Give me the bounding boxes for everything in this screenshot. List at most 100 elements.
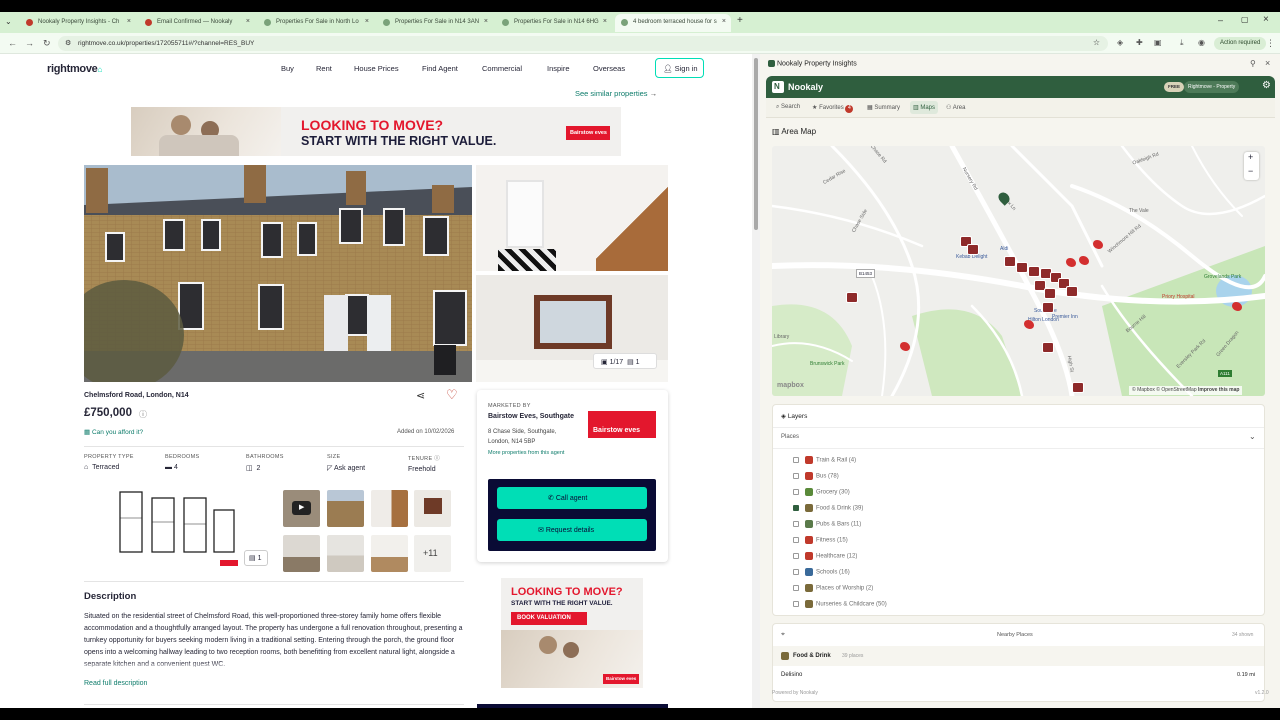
media-thumbnail-7[interactable] [371,535,408,572]
more-media-button[interactable]: +11 [414,535,451,572]
page-scrollbar-thumb[interactable] [754,58,758,230]
fitness-marker-icon[interactable] [900,342,910,351]
tab-close-icon[interactable]: × [722,18,726,25]
food-drink-marker-icon[interactable] [1028,266,1040,277]
info-icon[interactable]: ⓘ [139,409,147,420]
nearby-place-name[interactable]: Delisino [781,672,802,678]
afford-link[interactable]: ▦ Can you afford it? [84,428,143,436]
minimize-icon[interactable]: – [1218,15,1223,25]
food-drink-marker-icon[interactable] [1072,382,1084,393]
place-layer-checkbox[interactable] [793,601,799,607]
book-valuation-button[interactable]: BOOK VALUATION [511,612,587,625]
browser-tab-4[interactable]: Properties For Sale in N14 3AN × [377,14,493,32]
read-full-description-link[interactable]: Read full description [84,680,147,687]
banner-ad[interactable]: LOOKING TO MOVE? START WITH THE RIGHT VA… [131,107,621,156]
fitness-marker-icon[interactable] [1232,302,1242,311]
new-tab-button[interactable]: + [737,15,743,26]
window-close-icon[interactable]: × [1263,14,1269,25]
fitness-marker-icon[interactable] [1093,240,1103,249]
nav-buy[interactable]: Buy [281,64,294,73]
place-layer-checkbox[interactable] [793,489,799,495]
info-icon[interactable]: ⓘ [434,456,440,462]
place-layer-checkbox[interactable] [793,585,799,591]
fitness-marker-icon[interactable] [1024,320,1034,329]
side-banner-ad[interactable]: LOOKING TO MOVE? START WITH THE RIGHT VA… [501,578,643,688]
tab-close-icon[interactable]: × [603,18,607,25]
nav-find-agent[interactable]: Find Agent [422,64,458,73]
place-layer-row[interactable]: Schools (16) [793,568,850,576]
tab-close-icon[interactable]: × [127,18,131,25]
nav-overseas[interactable]: Overseas [593,64,625,73]
nav-commercial[interactable]: Commercial [482,64,522,73]
floorplan-thumbnail[interactable]: ▤ 1 [112,488,268,570]
tab-summary[interactable]: ▦ Summary [867,104,900,111]
photo-counter-badge[interactable]: ▣ 1/17 ▤ 1 [593,353,657,369]
tab-search[interactable]: ⌕ Search [776,104,800,111]
nearby-category-header[interactable]: Food & Drink 39 places [773,646,1264,666]
place-layer-row[interactable]: Grocery (30) [793,488,850,496]
place-layer-checkbox[interactable] [793,521,799,527]
place-layer-row[interactable]: Healthcare (12) [793,552,857,560]
back-icon[interactable]: ← [8,38,17,48]
request-details-button[interactable]: ✉ Request details [497,519,647,541]
nav-inspire[interactable]: Inspire [547,64,570,73]
url-bar[interactable]: ⚙ rightmove.co.uk/properties/172055711#/… [58,36,1108,51]
extension-icon[interactable]: ◈ [1117,38,1123,47]
side-panel-icon[interactable]: ▣ [1154,38,1162,47]
place-layer-row[interactable]: Places of Worship (2) [793,584,873,592]
media-thumbnail-5[interactable] [283,535,320,572]
panel-close-icon[interactable]: × [1265,58,1270,68]
tab-maps[interactable]: ▥ Maps [910,101,939,114]
food-drink-marker-icon[interactable] [967,244,979,255]
zoom-out-button[interactable]: − [1248,166,1253,176]
forward-icon[interactable]: → [25,38,34,48]
browser-tab-5[interactable]: Properties For Sale in N14 6HG × [496,14,612,32]
nav-house-prices[interactable]: House Prices [354,64,399,73]
site-info-icon[interactable]: ⚙ [65,39,71,47]
food-drink-marker-icon[interactable] [846,292,858,303]
see-similar-link[interactable]: See similar properties → [575,89,657,98]
browser-tab-6[interactable]: 4 bedroom terraced house for s × [615,14,731,32]
maximize-icon[interactable]: ▢ [1241,15,1249,24]
place-layer-checkbox[interactable] [793,537,799,543]
hallway-photo[interactable] [476,165,668,271]
floorplan-badge[interactable]: ▤ 1 [244,550,268,566]
place-layer-checkbox[interactable] [793,473,799,479]
place-layer-row[interactable]: Food & Drink (39) [793,504,863,512]
media-thumbnail-4[interactable] [414,490,451,527]
food-drink-marker-icon[interactable] [1016,262,1028,273]
settings-gear-icon[interactable]: ⚙ [1262,80,1271,91]
browser-tab-2[interactable]: Email Confirmed — Nookaly × [139,14,255,32]
fitness-marker-icon[interactable] [1079,256,1089,265]
share-icon[interactable]: ⋖ [416,389,425,402]
media-thumbnail-6[interactable] [327,535,364,572]
bookmark-star-icon[interactable]: ☆ [1093,38,1100,47]
food-drink-marker-icon[interactable] [1042,302,1054,313]
call-agent-button[interactable]: ✆ Call agent [497,487,647,509]
more-properties-link[interactable]: More properties from this agent [488,450,564,456]
nav-rent[interactable]: Rent [316,64,332,73]
browser-tab-3[interactable]: Properties For Sale in North Lo × [258,14,374,32]
improve-map-link[interactable]: Improve this map [1198,387,1239,393]
tab-close-icon[interactable]: × [484,18,488,25]
food-drink-marker-icon[interactable] [1042,342,1054,353]
zoom-in-button[interactable]: + [1248,152,1253,162]
agent-logo[interactable]: Bairstow eves [588,411,656,438]
media-thumbnail-3[interactable] [371,490,408,527]
area-map[interactable]: Chase Rd Cedar Rise Chase Side Oakleigh … [772,146,1265,396]
place-layer-row[interactable]: Bus (78) [793,472,839,480]
action-required-chip[interactable]: Action required [1214,37,1267,50]
puzzle-icon[interactable]: ✚ [1136,38,1143,47]
mapbox-logo[interactable]: mapbox [777,382,804,389]
room-photo[interactable]: ▣ 1/17 ▤ 1 [476,275,668,382]
agent-name[interactable]: Bairstow Eves, Southgate [488,413,574,420]
place-layer-row[interactable]: Fitness (15) [793,536,848,544]
tab-menu-icon[interactable]: ⌄ [5,17,12,26]
tab-close-icon[interactable]: × [246,18,250,25]
favorite-heart-icon[interactable]: ♡ [446,387,458,403]
browser-menu-icon[interactable]: ⋮ [1266,38,1275,49]
download-icon[interactable]: ⤓ [1180,38,1184,48]
pin-icon[interactable]: ⚲ [1250,59,1256,68]
browser-tab-1[interactable]: Nookaly Property Insights - Ch × [20,14,136,32]
place-layer-row[interactable]: Train & Rail (4) [793,456,856,464]
